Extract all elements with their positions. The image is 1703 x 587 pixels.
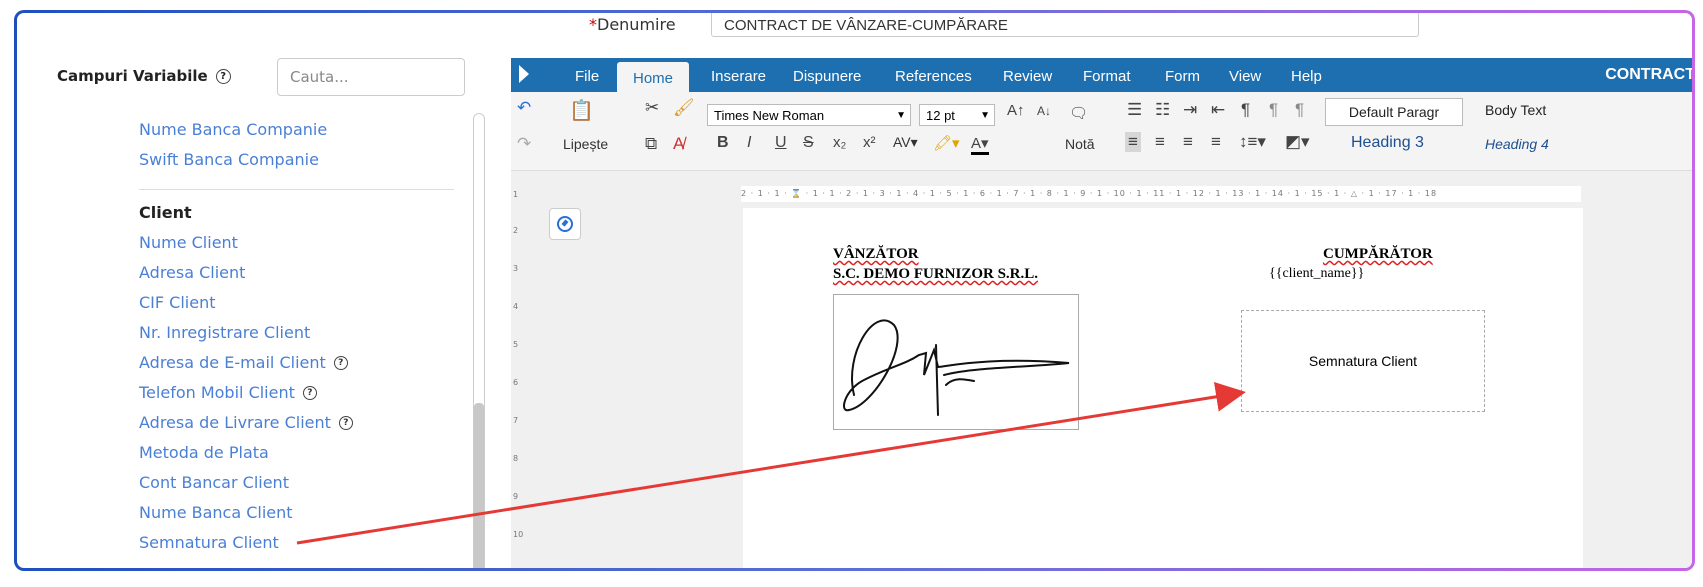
note-icon[interactable]: 🗨 xyxy=(1069,104,1088,122)
paragraph-marks-icon[interactable]: ¶ xyxy=(1241,100,1250,120)
font-color-icon[interactable]: A▾ xyxy=(971,134,989,155)
style-body-text[interactable]: Body Text xyxy=(1485,102,1546,118)
align-left-icon[interactable]: ≡ xyxy=(1125,132,1141,152)
highlight-icon[interactable]: 🖍▾ xyxy=(933,134,960,152)
align-center-icon[interactable]: ≡ xyxy=(1155,132,1165,152)
line-spacing-icon[interactable]: ↕≡▾ xyxy=(1239,132,1266,152)
clear-format-icon[interactable]: A̸ xyxy=(673,134,684,154)
style-default-paragraph[interactable]: Default Paragr xyxy=(1325,98,1463,126)
outdent-icon[interactable]: ⇤ xyxy=(1211,100,1225,120)
buyer-name-placeholder: {{client_name}} xyxy=(1269,266,1365,281)
numbered-list-icon[interactable]: ☷ xyxy=(1155,100,1170,120)
navigation-button[interactable] xyxy=(549,208,581,240)
app-frame: *Denumire CONTRACT DE VÂNZARE-CUMPĂRARE … xyxy=(14,10,1695,571)
style-heading-3[interactable]: Heading 3 xyxy=(1351,134,1424,152)
seller-signature-image xyxy=(833,294,1079,430)
tab-references[interactable]: References xyxy=(895,58,972,92)
field-client-delivery-address[interactable]: Adresa de Livrare Client? xyxy=(139,408,469,438)
align-right-icon[interactable]: ≡ xyxy=(1183,132,1193,152)
copy-icon[interactable]: ⧉ xyxy=(645,134,657,154)
field-company-swift[interactable]: Swift Banca Companie xyxy=(139,145,469,175)
tab-file[interactable]: File xyxy=(575,58,599,92)
help-icon[interactable]: ? xyxy=(302,386,317,400)
tab-dispunere[interactable]: Dispunere xyxy=(793,58,861,92)
document-editor: File Home Inserare Dispunere References … xyxy=(511,58,1695,568)
help-icon[interactable]: ? xyxy=(333,356,348,370)
redo-icon[interactable]: ↷ xyxy=(517,134,531,154)
field-client-cif[interactable]: CIF Client xyxy=(139,288,469,318)
ribbon-tabbar: File Home Inserare Dispunere References … xyxy=(511,58,1695,96)
bold-button[interactable]: B xyxy=(717,134,729,152)
ltr-icon[interactable]: ¶ xyxy=(1269,100,1278,120)
divider xyxy=(139,189,454,190)
buyer-heading: CUMPĂRĂTOR xyxy=(1323,246,1433,262)
chevron-down-icon: ▼ xyxy=(980,110,990,121)
app-logo-icon xyxy=(519,65,529,83)
compass-icon xyxy=(557,216,573,232)
underline-button[interactable]: U xyxy=(775,134,787,152)
seller-name: S.C. DEMO FURNIZOR S.R.L. xyxy=(833,266,1039,282)
bullet-list-icon[interactable]: ☰ xyxy=(1127,100,1142,120)
vertical-ruler[interactable]: 1 2 3 4 5 6 7 8 9 10 xyxy=(513,188,527,568)
denumire-input[interactable]: CONTRACT DE VÂNZARE-CUMPĂRARE xyxy=(711,13,1419,37)
tab-view[interactable]: View xyxy=(1229,58,1261,92)
tab-help[interactable]: Help xyxy=(1291,58,1322,92)
paste-icon[interactable]: 📋 xyxy=(569,98,594,123)
field-company-bank-name[interactable]: Nume Banca Companie xyxy=(139,115,469,145)
document-page[interactable]: VÂNZĂTOR S.C. DEMO FURNIZOR S.R.L. CUMPĂ… xyxy=(743,208,1583,568)
field-client-address[interactable]: Adresa Client xyxy=(139,258,469,288)
field-client-reg-no[interactable]: Nr. Inregistrare Client xyxy=(139,318,469,348)
undo-icon[interactable]: ↶ xyxy=(517,98,531,118)
field-payment-method[interactable]: Metoda de Plata xyxy=(139,438,469,468)
horizontal-ruler[interactable]: 2 · 1 · 1 · ⌛ · 1 · 1 · 2 · 1 · 3 · 1 · … xyxy=(741,186,1581,202)
tab-inserare[interactable]: Inserare xyxy=(711,58,766,92)
subscript-button[interactable]: x₂ xyxy=(833,134,846,151)
format-painter-icon[interactable]: 🖌 xyxy=(673,98,695,118)
justify-icon[interactable]: ≡ xyxy=(1211,132,1221,152)
field-client-email[interactable]: Adresa de E-mail Client? xyxy=(139,348,469,378)
rtl-icon[interactable]: ¶ xyxy=(1295,100,1304,120)
character-spacing-icon[interactable]: AV▾ xyxy=(893,134,918,151)
superscript-button[interactable]: x² xyxy=(863,134,876,151)
font-size-select[interactable]: 12 pt ▼ xyxy=(919,104,995,126)
help-icon[interactable]: ? xyxy=(338,416,353,430)
chevron-down-icon: ▼ xyxy=(896,110,906,121)
note-label[interactable]: Notă xyxy=(1065,136,1095,152)
italic-button[interactable]: I xyxy=(747,134,751,152)
variable-fields-list: Nume Banca Companie Swift Banca Companie… xyxy=(139,115,469,558)
client-signature-box[interactable]: Semnatura Client xyxy=(1241,310,1485,412)
shrink-font-icon[interactable]: A↓ xyxy=(1037,104,1051,118)
tab-format[interactable]: Format xyxy=(1083,58,1131,92)
document-title: CONTRACT D xyxy=(1605,66,1695,83)
tab-review[interactable]: Review xyxy=(1003,58,1052,92)
field-client-name[interactable]: Nume Client xyxy=(139,228,469,258)
group-client-heading: Client xyxy=(139,203,192,222)
variable-fields-title: Campuri Variabile? xyxy=(57,67,231,85)
search-input[interactable]: Cauta... xyxy=(277,58,465,96)
cut-icon[interactable]: ✂ xyxy=(645,98,659,118)
tab-form[interactable]: Form xyxy=(1165,58,1200,92)
scrollbar-thumb[interactable] xyxy=(474,403,484,568)
paste-label[interactable]: Lipește xyxy=(563,136,608,152)
signature-drawing xyxy=(843,319,1070,416)
grow-font-icon[interactable]: A↑ xyxy=(1007,102,1025,119)
client-signature-label: Semnatura Client xyxy=(1308,353,1418,369)
ribbon-toolbar: ↶ ↷ 📋 Lipește ✂ 🖌 ⧉ A̸ Times New Roman ▼ … xyxy=(511,92,1692,171)
font-family-select[interactable]: Times New Roman ▼ xyxy=(707,104,911,126)
field-client-signature[interactable]: Semnatura Client xyxy=(139,528,469,558)
seller-heading: VÂNZĂTOR xyxy=(833,246,919,262)
strikethrough-button[interactable]: S xyxy=(803,134,814,152)
indent-icon[interactable]: ⇥ xyxy=(1183,100,1197,120)
field-client-bank-account[interactable]: Cont Bancar Client xyxy=(139,468,469,498)
denumire-label: *Denumire xyxy=(589,15,676,34)
tab-home[interactable]: Home xyxy=(617,62,690,96)
shading-icon[interactable]: ◩▾ xyxy=(1285,132,1310,152)
field-client-phone[interactable]: Telefon Mobil Client? xyxy=(139,378,469,408)
field-client-bank-name[interactable]: Nume Banca Client xyxy=(139,498,469,528)
style-heading-4[interactable]: Heading 4 xyxy=(1485,136,1549,152)
help-icon[interactable]: ? xyxy=(215,69,231,84)
